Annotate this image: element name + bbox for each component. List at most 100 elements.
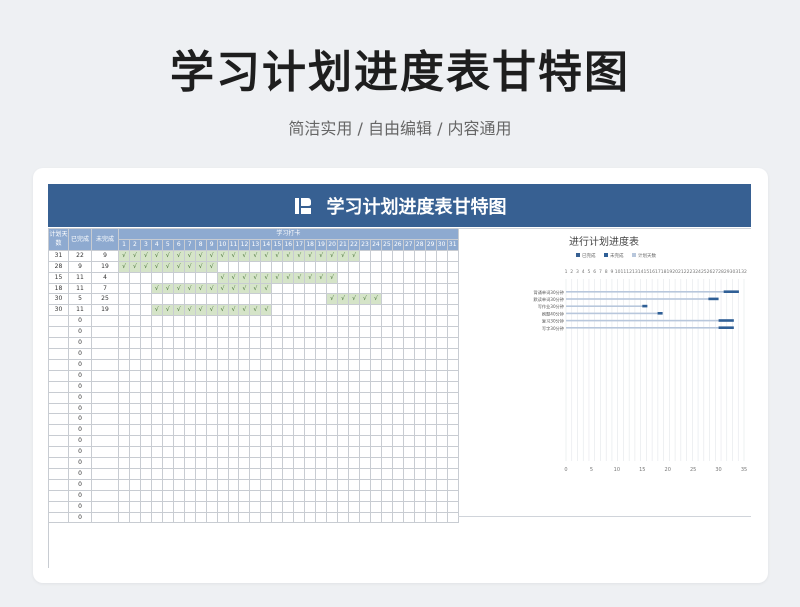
cell-day[interactable] — [205, 413, 218, 426]
cell-day[interactable] — [446, 282, 459, 295]
cell-day[interactable] — [161, 369, 174, 382]
cell-day[interactable] — [380, 446, 393, 459]
cell-day[interactable] — [293, 478, 306, 491]
cell-day[interactable] — [161, 424, 174, 437]
cell-day[interactable] — [402, 380, 415, 393]
cell-day[interactable] — [446, 369, 459, 382]
cell-day[interactable] — [238, 435, 251, 448]
cell-day[interactable] — [446, 271, 459, 284]
cell-day[interactable] — [172, 435, 185, 448]
cell-day[interactable] — [348, 271, 360, 284]
cell-day[interactable] — [249, 380, 262, 393]
cell-day[interactable] — [326, 457, 339, 469]
cell-day[interactable] — [391, 293, 404, 306]
cell-done[interactable]: 0 — [68, 478, 92, 491]
cell-day[interactable] — [369, 457, 382, 469]
cell-day[interactable] — [205, 347, 218, 360]
cell-check[interactable]: √ — [260, 271, 273, 284]
cell-check[interactable]: √ — [128, 260, 141, 273]
cell-day[interactable] — [238, 260, 251, 273]
cell-day[interactable] — [150, 315, 163, 328]
cell-undone[interactable] — [91, 337, 119, 349]
cell-check[interactable]: √ — [337, 293, 350, 306]
cell-done[interactable]: 22 — [68, 249, 92, 262]
cell-day[interactable] — [118, 478, 130, 491]
cell-day[interactable] — [304, 326, 317, 339]
cell-day[interactable] — [205, 369, 218, 382]
cell-day[interactable] — [413, 347, 426, 360]
cell-day[interactable] — [150, 271, 163, 284]
cell-day[interactable] — [271, 500, 284, 513]
cell-day[interactable] — [128, 446, 141, 459]
cell-day[interactable] — [271, 326, 284, 339]
cell-check[interactable]: √ — [358, 293, 371, 306]
cell-day[interactable] — [446, 315, 459, 328]
cell-day[interactable] — [216, 391, 229, 404]
cell-day[interactable] — [282, 489, 295, 502]
cell-check[interactable]: √ — [282, 249, 295, 262]
cell-day[interactable] — [282, 391, 295, 404]
cell-check[interactable]: √ — [315, 249, 328, 262]
cell-day[interactable] — [358, 249, 371, 262]
cell-day[interactable] — [358, 424, 371, 437]
cell-day[interactable] — [293, 369, 306, 382]
cell-day[interactable] — [446, 358, 459, 371]
cell-check[interactable]: √ — [337, 249, 350, 262]
cell-day[interactable] — [194, 358, 207, 371]
cell-day[interactable] — [304, 391, 317, 404]
cell-day[interactable] — [161, 326, 174, 339]
cell-check[interactable]: √ — [183, 260, 196, 273]
cell-check[interactable]: √ — [161, 260, 174, 273]
cell-day[interactable] — [369, 391, 382, 404]
cell-day[interactable] — [260, 467, 273, 480]
cell-day[interactable] — [139, 369, 152, 382]
cell-day[interactable] — [326, 391, 339, 404]
cell-day[interactable] — [348, 478, 360, 491]
cell-plan-days[interactable] — [48, 380, 69, 393]
cell-day[interactable] — [194, 424, 207, 437]
cell-day[interactable] — [183, 347, 196, 360]
cell-day[interactable] — [424, 446, 437, 459]
cell-day[interactable] — [271, 413, 284, 426]
cell-day[interactable] — [271, 380, 284, 393]
cell-day[interactable] — [304, 489, 317, 502]
cell-day[interactable] — [424, 457, 437, 469]
cell-day[interactable] — [128, 467, 141, 480]
cell-check[interactable]: √ — [227, 271, 240, 284]
cell-check[interactable]: √ — [161, 304, 174, 317]
cell-undone[interactable] — [91, 391, 119, 404]
cell-day[interactable] — [205, 391, 218, 404]
cell-day[interactable] — [260, 380, 273, 393]
cell-day[interactable] — [358, 413, 371, 426]
cell-day[interactable] — [435, 347, 448, 360]
cell-day[interactable] — [260, 358, 273, 371]
cell-day[interactable] — [118, 271, 130, 284]
cell-day[interactable] — [380, 500, 393, 513]
cell-check[interactable]: √ — [271, 271, 284, 284]
cell-day[interactable] — [172, 478, 185, 491]
cell-plan-days[interactable] — [48, 391, 69, 404]
cell-day[interactable] — [369, 347, 382, 360]
cell-day[interactable] — [172, 424, 185, 437]
cell-day[interactable] — [358, 282, 371, 295]
cell-day[interactable] — [139, 391, 152, 404]
cell-day[interactable] — [326, 478, 339, 491]
cell-day[interactable] — [293, 282, 306, 295]
cell-day[interactable] — [205, 500, 218, 513]
cell-day[interactable] — [337, 435, 350, 448]
cell-day[interactable] — [304, 304, 317, 317]
cell-done[interactable]: 11 — [68, 304, 92, 317]
cell-day[interactable] — [369, 282, 382, 295]
cell-day[interactable] — [118, 446, 130, 459]
cell-day[interactable] — [139, 347, 152, 360]
cell-day[interactable] — [128, 457, 141, 469]
cell-day[interactable] — [150, 358, 163, 371]
cell-undone[interactable] — [91, 413, 119, 426]
cell-day[interactable] — [304, 369, 317, 382]
cell-day[interactable] — [293, 337, 306, 349]
cell-day[interactable] — [118, 424, 130, 437]
cell-day[interactable] — [293, 391, 306, 404]
cell-check[interactable]: √ — [161, 282, 174, 295]
cell-day[interactable] — [304, 337, 317, 349]
cell-day[interactable] — [424, 478, 437, 491]
